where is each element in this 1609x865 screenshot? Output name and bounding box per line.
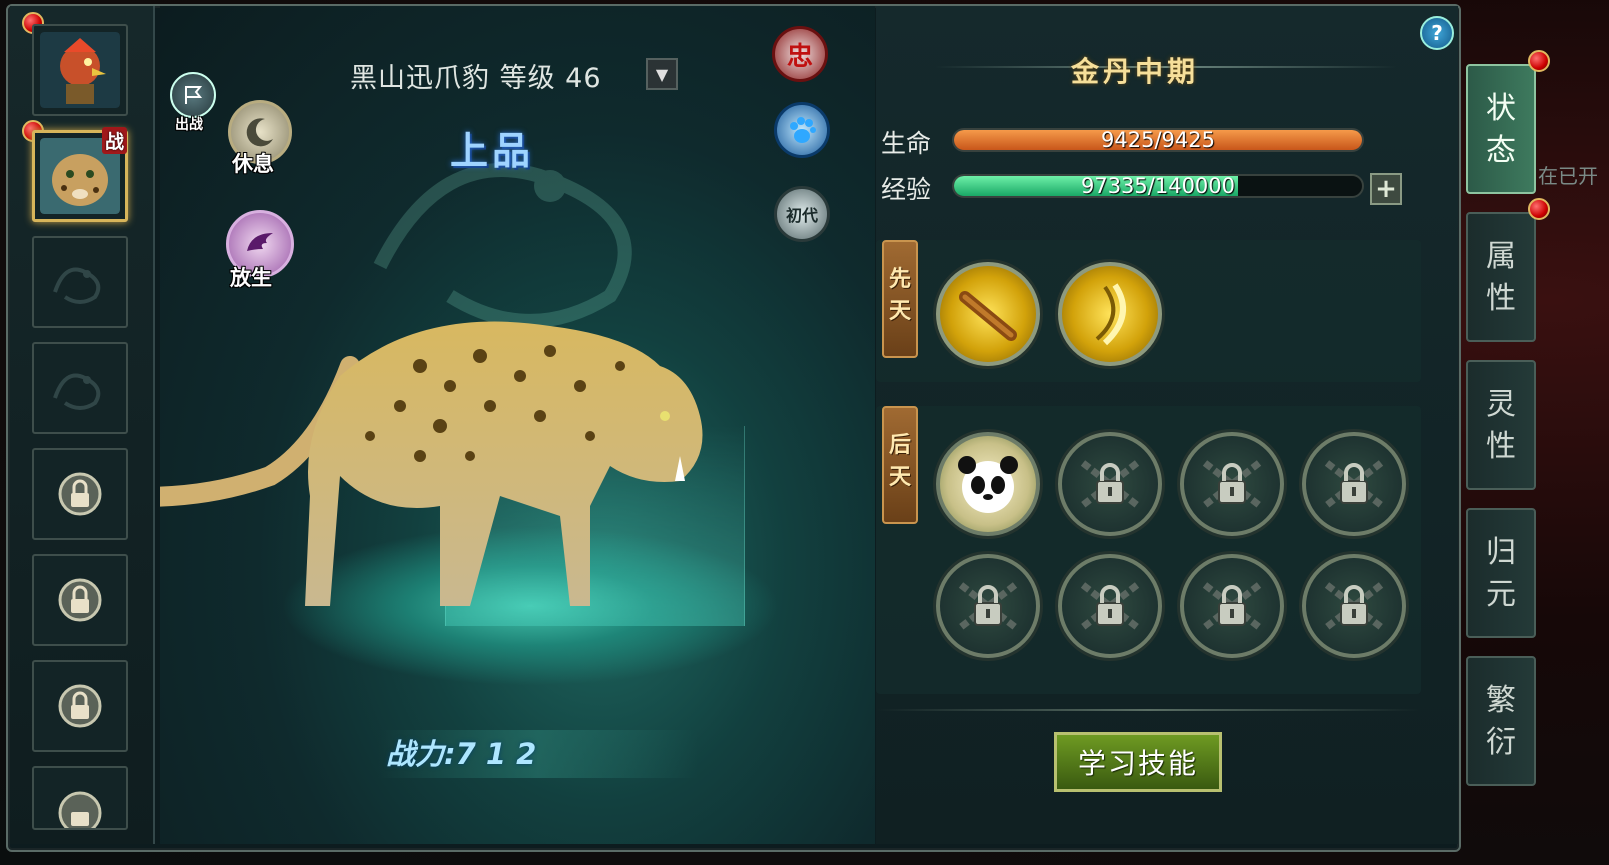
pet-slot-phoenix[interactable] (32, 24, 128, 116)
notification-dot (1528, 50, 1550, 72)
innate-tag: 先天 (882, 240, 918, 358)
skill-slot-locked[interactable] (1058, 554, 1162, 658)
background-text: 在已开 (1538, 164, 1598, 188)
pet-slot-leopard[interactable]: 战 (32, 127, 128, 222)
lock-icon (58, 684, 102, 728)
hp-value: 9425/9425 (1101, 128, 1215, 152)
innate-skills-section: 先天 (876, 240, 1421, 382)
exp-value: 97335/140000 (1080, 174, 1236, 198)
tab-status[interactable]: 状态 (1466, 64, 1536, 194)
flag-icon (185, 86, 203, 104)
acquired-tag: 后天 (882, 406, 918, 524)
cultivation-realm: 金丹中期 (1071, 55, 1200, 88)
skill-slot-locked[interactable] (1302, 432, 1406, 536)
golden-claw-icon (1095, 283, 1126, 346)
help-button[interactable]: ? (1420, 16, 1454, 50)
panel-divider (876, 709, 1421, 711)
pet-slot-locked[interactable] (32, 448, 128, 540)
paw-icon[interactable] (774, 102, 830, 158)
dragon-emblem-icon (53, 267, 101, 304)
tab-spirit[interactable]: 灵性 (1466, 360, 1536, 490)
phoenix-avatar-icon (40, 32, 120, 108)
in-battle-badge: 战 (101, 127, 127, 154)
skill-slot-golden-staff[interactable] (936, 262, 1040, 366)
hp-bar: 9425/9425 (952, 128, 1364, 152)
lock-icon (58, 578, 102, 622)
leopard-model (160, 321, 703, 606)
skill-slot-panda[interactable] (936, 432, 1040, 536)
generation-icon[interactable]: 初代 (774, 186, 830, 242)
status-panel: ? 金丹中期 生命 9425/9425 经验 97335/140000 + 先天… (876, 6, 1458, 844)
tab-attributes[interactable]: 属性 (1466, 212, 1536, 342)
game-screen: 在已开 战 黑山迅爪豹 等级 46 ▼ 上品 出战 休息 放生 忠 初代 战力:… (0, 0, 1609, 865)
exp-bar: 97335/140000 (952, 174, 1364, 198)
lock-icon (958, 582, 1018, 630)
lock-icon (1080, 582, 1140, 630)
moon-icon (246, 118, 273, 147)
pet-dropdown-button[interactable]: ▼ (646, 58, 678, 90)
pet-name-level: 黑山迅爪豹 等级 46 (350, 63, 602, 94)
triangle-down-icon: ▼ (655, 64, 669, 84)
panda-icon (958, 456, 1018, 513)
plus-icon: + (1375, 174, 1397, 204)
wing-icon (247, 233, 273, 251)
notification-dot (1528, 198, 1550, 220)
lock-icon (1324, 460, 1384, 508)
rest-label: 休息 (232, 152, 274, 176)
pet-list[interactable]: 战 (10, 6, 155, 844)
pet-slot-empty[interactable] (32, 342, 128, 434)
exp-label: 经验 (881, 175, 932, 204)
pet-slot-locked[interactable] (32, 660, 128, 752)
lock-icon (1080, 460, 1140, 508)
lock-icon (58, 791, 102, 828)
paw-print-icon (790, 117, 816, 143)
dragon-emblem-icon (53, 373, 101, 410)
hp-label: 生命 (881, 129, 932, 158)
skill-slot-golden-claw[interactable] (1058, 262, 1162, 366)
skill-slot-locked[interactable] (936, 554, 1040, 658)
lock-icon (58, 472, 102, 516)
loyalty-icon[interactable]: 忠 (772, 26, 828, 82)
add-exp-button[interactable]: + (1370, 173, 1402, 205)
lock-icon (1324, 582, 1384, 630)
combat-power: 战力:7 1 2 (378, 730, 698, 778)
deploy-label: 出战 (175, 117, 203, 133)
question-icon: ? (1431, 21, 1443, 45)
deploy-button[interactable] (170, 72, 216, 118)
skill-slot-locked[interactable] (1302, 554, 1406, 658)
acquired-skills-section: 后天 (876, 406, 1421, 694)
skill-slot-locked[interactable] (1058, 432, 1162, 536)
lock-icon (1202, 582, 1262, 630)
learn-skill-button[interactable]: 学习技能 (1054, 732, 1222, 792)
tab-return[interactable]: 归元 (1466, 508, 1536, 638)
skill-slot-locked[interactable] (1180, 554, 1284, 658)
pet-grade: 上品 (450, 129, 535, 173)
release-label: 放生 (230, 266, 272, 290)
tab-breed[interactable]: 繁衍 (1466, 656, 1536, 786)
golden-staff-icon (959, 291, 1017, 341)
pet-slot-locked[interactable] (32, 554, 128, 646)
lock-icon (1202, 460, 1262, 508)
pet-preview: 黑山迅爪豹 等级 46 ▼ 上品 出战 休息 放生 忠 初代 战力:7 1 2 (160, 6, 875, 844)
pet-slot-empty[interactable] (32, 236, 128, 328)
skill-slot-locked[interactable] (1180, 432, 1284, 536)
pet-slot-locked[interactable] (32, 766, 128, 830)
